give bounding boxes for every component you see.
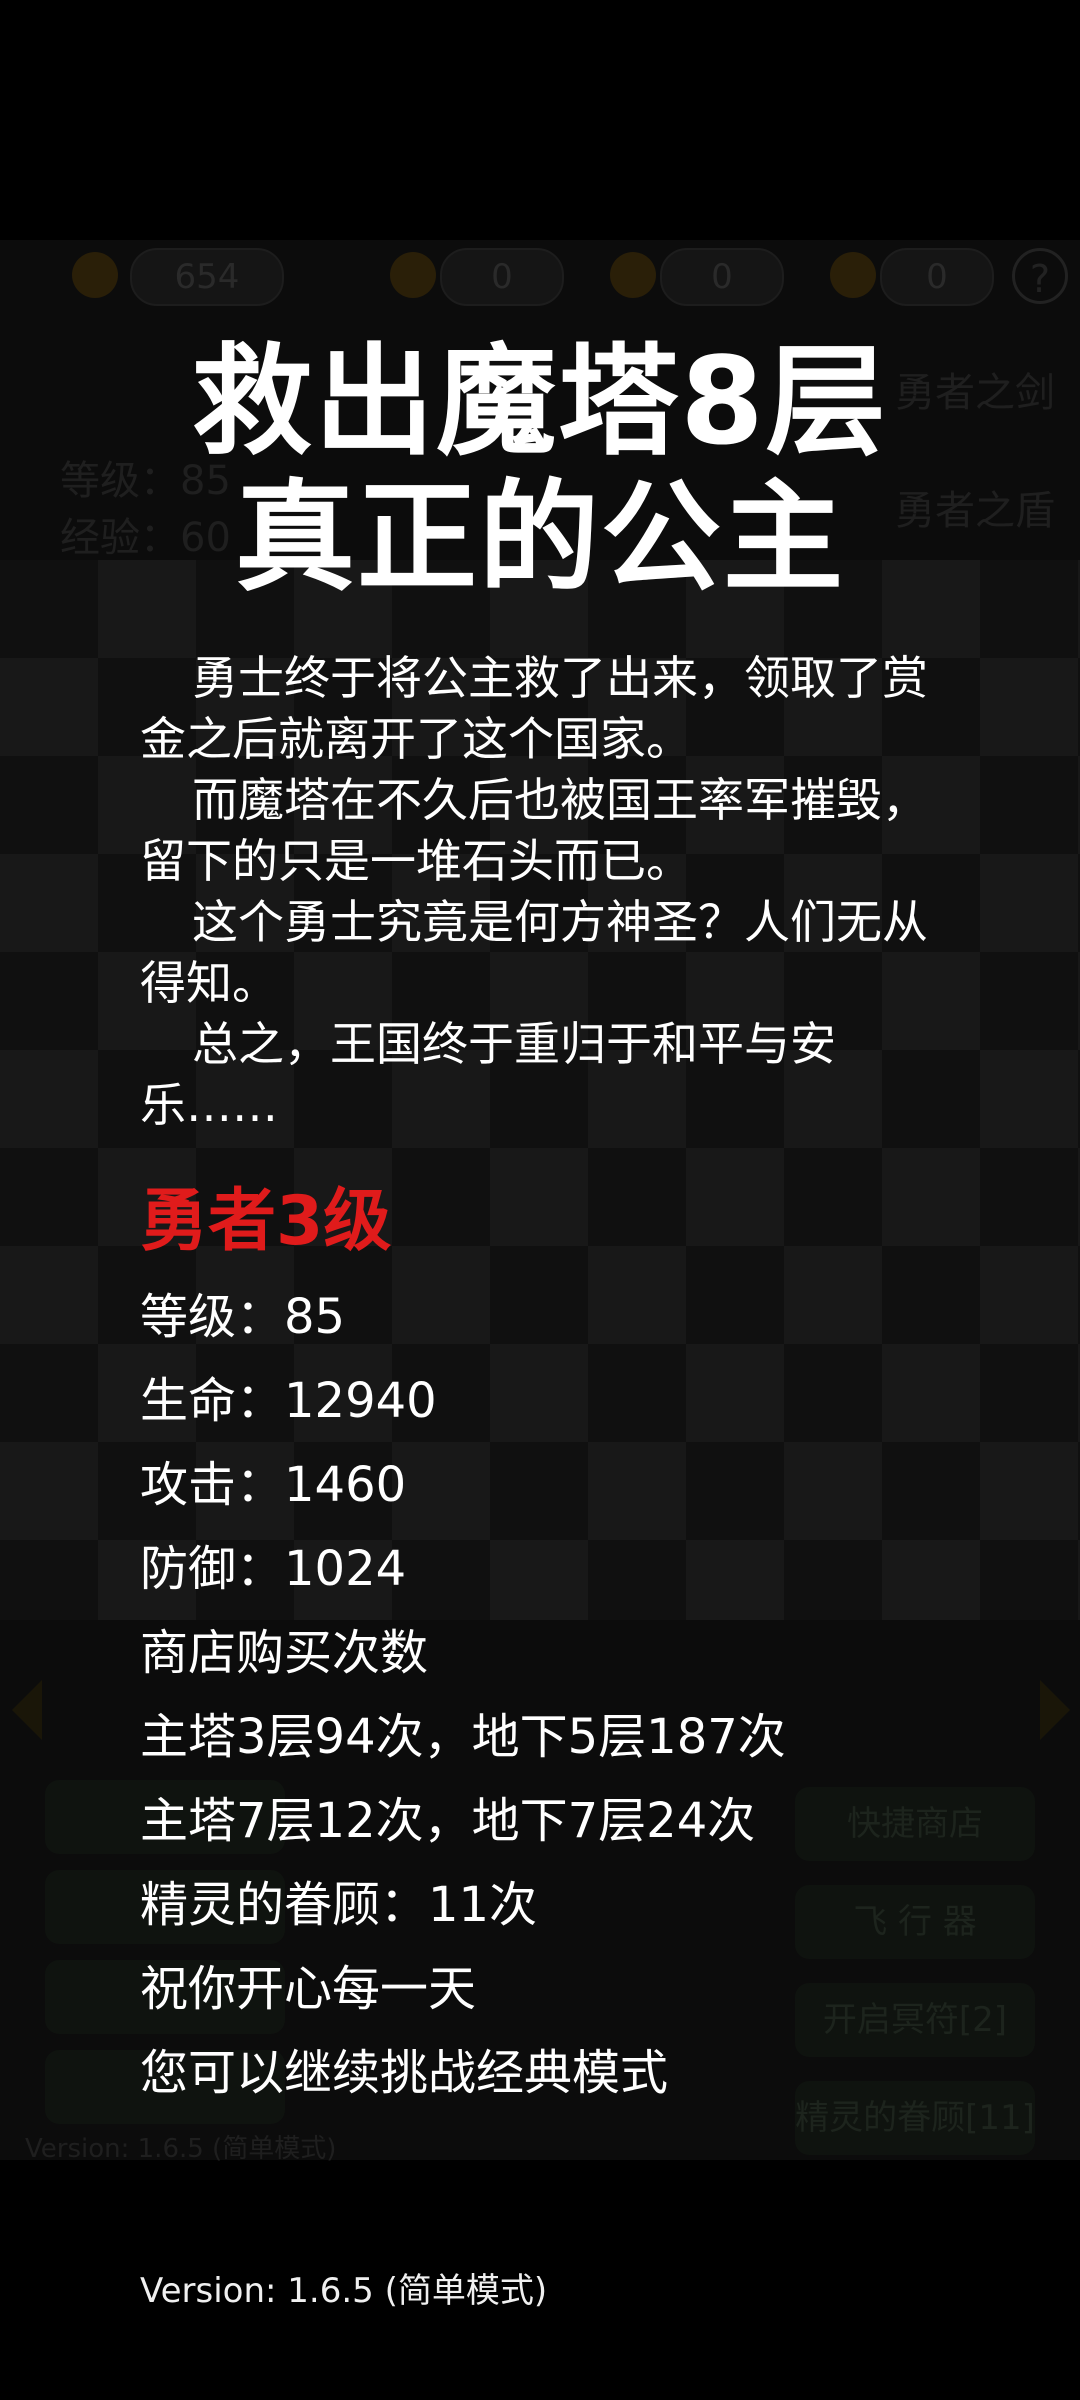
- stat-attack: 攻击：1460: [140, 1457, 407, 1513]
- shop-purchases-heading: 商店购买次数: [140, 1625, 429, 1681]
- ending-overlay[interactable]: 救出魔塔8层 真正的公主 勇士终于将公主救了出来，领取了赏金之后就离开了这个国家…: [0, 0, 1080, 2400]
- stat-level: 等级：85: [140, 1289, 346, 1345]
- ending-title: 救出魔塔8层 真正的公主: [0, 335, 1080, 607]
- story-paragraph: 这个勇士究竟是何方神圣？人们无从得知。: [140, 895, 928, 1010]
- story-paragraph: 勇士终于将公主救了出来，领取了赏金之后就离开了这个国家。: [140, 651, 928, 766]
- ending-title-line-1: 救出魔塔8层: [192, 333, 888, 472]
- stat-defense: 防御：1024: [140, 1541, 407, 1597]
- classic-mode-hint: 您可以继续挑战经典模式: [140, 2045, 669, 2101]
- blessing-message: 祝你开心每一天: [140, 1961, 477, 2017]
- hero-rank: 勇者3级: [140, 1182, 392, 1261]
- version-label: Version: 1.6.5 (简单模式): [140, 2271, 548, 2311]
- ending-title-line-2: 真正的公主: [235, 469, 845, 608]
- shop-purchases-tower3: 主塔3层94次，地下5层187次: [140, 1709, 786, 1765]
- spirit-blessing-count: 精灵的眷顾：11次: [140, 1877, 538, 1933]
- final-stats: 等级：85 生命：12940 攻击：1460 防御：1024 商店购买次数 主塔…: [140, 1275, 990, 2115]
- story-paragraph: 而魔塔在不久后也被国王率军摧毁，留下的只是一堆石头而已。: [140, 773, 928, 888]
- story-paragraph: 总之，王国终于重归于和平与安乐……: [140, 1017, 836, 1132]
- stat-hp: 生命：12940: [140, 1373, 437, 1429]
- ending-story: 勇士终于将公主救了出来，领取了赏金之后就离开了这个国家。 而魔塔在不久后也被国王…: [140, 648, 950, 1136]
- shop-purchases-tower7: 主塔7层12次，地下7层24次: [140, 1793, 756, 1849]
